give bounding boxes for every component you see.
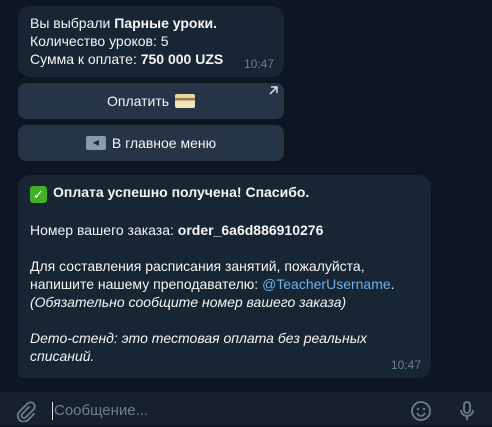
lesson-count: Количество уроков: 5 [30,33,169,49]
schedule-line-2: напишите нашему преподавателю: @TeacherU… [30,275,419,293]
card-emoji-icon [175,94,196,108]
success-line: ✓ Оплата успешно получена! Спасибо. [30,183,419,203]
order-prefix: Номер вашего заказа: [30,222,178,238]
order-id: order_6a6d886910276 [177,222,324,238]
success-text: Оплата успешно получена! Спасибо. [53,184,310,200]
order-note: (Обязательно сообщите номер вашего заказ… [30,294,347,310]
schedule-prefix: напишите нашему преподавателю: [30,276,263,292]
order-summary-message: Вы выбрали Парные уроки. Количество урок… [18,6,284,77]
schedule-line-1: Для составления расписания занятий, пожа… [30,258,365,274]
teacher-username-link[interactable]: @TeacherUsername [262,276,391,292]
pay-button[interactable]: Оплатить [18,83,284,119]
demo-line-1: Demo-стенд: это тестовая оплата без реал… [30,330,368,346]
payment-confirmation-message: ✓ Оплата успешно получена! Спасибо. Номер… [18,175,431,378]
paperclip-icon[interactable] [14,400,36,423]
pay-button-label: Оплатить [106,93,170,109]
demo-line-2: списаний. [30,348,95,364]
microphone-icon[interactable] [456,400,478,422]
amount-line: Сумма к оплате: 750 000 UZS [30,50,272,68]
order-line: Номер вашего заказа: order_6a6d886910276 [30,221,419,239]
message-composer: Сообщение... [0,392,492,425]
amount-prefix: Сумма к оплате: [30,51,141,67]
message-input[interactable]: Сообщение... [54,402,148,419]
back-emoji-icon: ◀ [85,136,106,150]
message-time: 10:47 [243,57,274,71]
text-caret [52,402,53,420]
selection-line: Вы выбрали Парные уроки. [30,14,272,32]
message-time: 10:47 [390,358,421,372]
check-emoji-icon: ✓ [30,186,47,203]
amount-value: 750 000 UZS [140,51,224,67]
selected-package: Парные уроки. [114,15,217,31]
main-menu-button[interactable]: ◀ В главное меню [18,125,284,161]
schedule-suffix: . [390,276,395,292]
main-menu-button-label: В главное меню [111,135,217,151]
selection-prefix: Вы выбрали [30,15,115,31]
external-link-icon [269,86,278,98]
emoji-icon[interactable] [410,400,432,422]
